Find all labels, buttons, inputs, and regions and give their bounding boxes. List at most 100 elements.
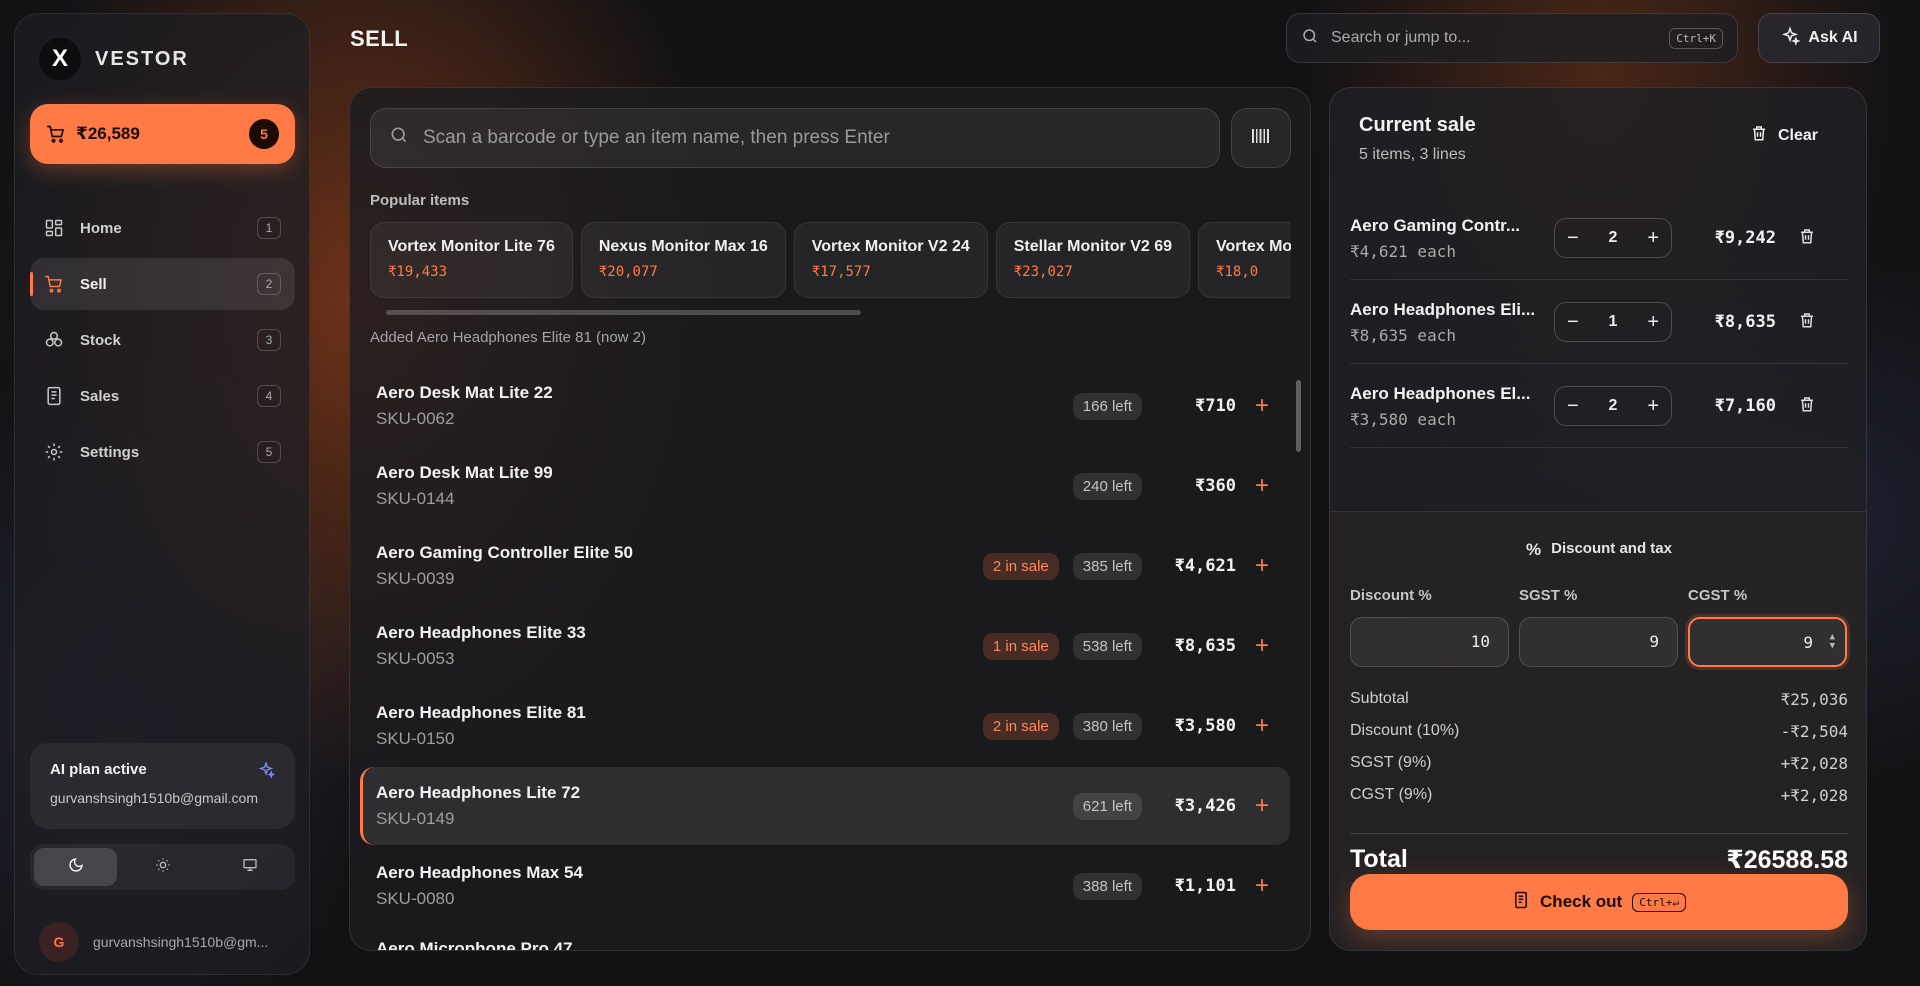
add-to-sale-button[interactable]: + [1250,714,1274,738]
global-search-input[interactable]: Search or jump to... Ctrl+K [1286,13,1738,63]
summary-label: SGST (9%) [1350,754,1432,771]
item-price: ₹710 [1195,396,1236,416]
number-spinner[interactable]: ▲ ▼ [1830,633,1835,651]
item-row[interactable]: Aero Desk Mat Lite 99 SKU-0144 240 left … [360,447,1290,525]
search-icon [389,125,409,151]
popular-item-name: Nexus Monitor Max 16 [598,238,768,255]
item-row[interactable]: Aero Microphone Pro 47 [360,927,1290,950]
summary-value: +₹2,028 [1780,786,1848,805]
cgst-input[interactable]: 9 ▲ ▼ [1688,617,1847,667]
decrement-button[interactable]: − [1567,396,1579,416]
item-row[interactable]: Aero Headphones Elite 33 SKU-0053 1 in s… [360,607,1290,685]
summary-value: +₹2,028 [1780,754,1848,773]
theme-system-button[interactable] [208,848,291,886]
stock-badge: 240 left [1072,472,1142,500]
quantity-stepper: − 2 + [1554,218,1672,258]
decrement-button[interactable]: − [1567,228,1579,248]
popular-items-row: Vortex Monitor Lite 76 ₹19,433 Nexus Mon… [370,222,1291,302]
add-to-sale-button[interactable]: + [1250,634,1274,658]
add-to-sale-button[interactable]: + [1250,554,1274,578]
add-to-sale-button[interactable]: + [1250,874,1274,898]
nav-item-sell[interactable]: Sell 2 [30,258,295,310]
moon-icon [68,857,84,878]
cart-icon [44,274,64,294]
add-to-sale-button[interactable]: + [1250,474,1274,498]
quantity-value[interactable]: 2 [1609,229,1618,247]
clear-label: Clear [1778,126,1819,144]
item-row[interactable]: Aero Headphones Elite 81 SKU-0150 2 in s… [360,687,1290,765]
nav-item-sales[interactable]: Sales 4 [30,370,295,422]
in-sale-badge: 2 in sale [982,552,1059,580]
summary-divider [1350,833,1848,834]
in-sale-badge: 2 in sale [982,712,1059,740]
nav-item-stock[interactable]: Stock 3 [30,314,295,366]
scrollbar-thumb[interactable] [1296,380,1301,452]
discount-tax-header: % Discount and tax [1330,540,1866,560]
monitor-icon [242,857,258,878]
item-row[interactable]: Aero Desk Mat Lite 22 SKU-0062 166 left … [360,367,1290,445]
popular-item-card[interactable]: Vortex Monitor V2 24 ₹17,577 [793,222,988,298]
theme-light-button[interactable] [121,848,204,886]
summary-label: Subtotal [1350,690,1409,707]
item-list-scrollbar[interactable] [1295,368,1303,948]
add-to-sale-button[interactable]: + [1250,794,1274,818]
stock-badge: 380 left [1072,712,1142,740]
increment-button[interactable]: + [1647,312,1659,332]
nav-shortcut: 5 [257,441,281,463]
total-label: Total [1350,845,1408,873]
quantity-value[interactable]: 2 [1609,397,1618,415]
theme-dark-button[interactable] [34,848,117,886]
popular-item-card[interactable]: Nexus Monitor Max 16 ₹20,077 [580,222,786,298]
popular-item-card[interactable]: Vortex Monitor ₹18,0 [1198,222,1291,298]
item-name: Aero Headphones Max 54 [376,863,583,882]
cart-summary-button[interactable]: ₹26,589 5 [30,104,295,164]
discount-input[interactable]: 10 [1350,617,1509,667]
summary-label: CGST (9%) [1350,786,1433,803]
item-price: ₹3,426 [1174,796,1236,816]
clear-sale-button[interactable]: Clear [1750,124,1818,147]
cgst-row: CGST (9%) +₹2,028 [1350,786,1848,805]
item-price: ₹4,621 [1174,556,1236,576]
add-to-sale-button[interactable]: + [1250,394,1274,418]
remove-line-button[interactable] [1798,227,1816,250]
ask-ai-button[interactable]: Ask AI [1758,13,1880,63]
scrollbar-thumb[interactable] [386,310,861,315]
sgst-row: SGST (9%) +₹2,028 [1350,754,1848,773]
user-email: gurvanshsingh1510b@gm... [93,934,269,950]
item-sku: SKU-0039 [376,569,455,588]
increment-button[interactable]: + [1647,228,1659,248]
brand[interactable]: X VESTOR [39,38,189,80]
nav-item-settings[interactable]: Settings 5 [30,426,295,478]
item-row[interactable]: Aero Gaming Controller Elite 50 SKU-0039… [360,527,1290,605]
barcode-scan-input[interactable]: Scan a barcode or type an item name, the… [370,108,1220,168]
remove-line-button[interactable] [1798,395,1816,418]
sale-line: Aero Gaming Contr... ₹4,621 each − 2 + ₹… [1350,197,1848,280]
sgst-input[interactable]: 9 [1519,617,1678,667]
trash-icon [1801,228,1813,243]
item-name: Aero Gaming Controller Elite 50 [376,543,633,562]
stock-badge: 385 left [1072,552,1142,580]
global-search-placeholder: Search or jump to... [1331,29,1471,46]
remove-line-button[interactable] [1798,311,1816,334]
nav-label: Home [80,219,122,237]
nav-label: Sales [80,387,120,405]
item-row[interactable]: Aero Headphones Lite 72 SKU-0149 621 lef… [360,767,1290,845]
item-price: ₹360 [1195,476,1236,496]
trash-icon [1801,312,1813,327]
item-row[interactable]: Aero Headphones Max 54 SKU-0080 388 left… [360,847,1290,925]
barcode-scanner-button[interactable] [1231,108,1291,168]
quantity-value[interactable]: 1 [1609,313,1618,331]
receipt-icon [44,386,64,406]
popular-scrollbar[interactable] [370,309,1291,317]
popular-item-card[interactable]: Vortex Monitor Lite 76 ₹19,433 [370,222,573,298]
item-price: ₹3,580 [1174,716,1236,736]
popular-item-name: Vortex Monitor [1216,238,1291,255]
decrement-button[interactable]: − [1567,312,1579,332]
checkout-button[interactable]: Check out Ctrl+↵ [1350,874,1848,930]
user-profile[interactable]: G gurvanshsingh1510b@gm... [39,922,268,962]
nav-item-home[interactable]: Home 1 [30,202,295,254]
trash-icon [1750,124,1768,147]
increment-button[interactable]: + [1647,396,1659,416]
popular-item-card[interactable]: Stellar Monitor V2 69 ₹23,027 [995,222,1191,298]
total-value: ₹26588.58 [1726,846,1848,874]
